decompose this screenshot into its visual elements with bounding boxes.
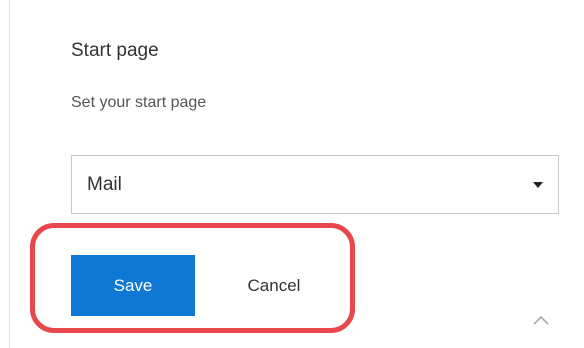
caret-down-icon bbox=[533, 182, 543, 188]
start-page-description: Set your start page bbox=[71, 94, 207, 111]
cancel-button[interactable]: Cancel bbox=[212, 255, 336, 316]
start-page-selected-value: Mail bbox=[87, 174, 122, 195]
start-page-heading: Start page bbox=[71, 40, 159, 61]
chevron-up-icon[interactable] bbox=[532, 314, 550, 326]
panel-left-border bbox=[9, 0, 10, 348]
start-page-select[interactable]: Mail bbox=[71, 155, 559, 214]
save-button[interactable]: Save bbox=[71, 255, 195, 316]
